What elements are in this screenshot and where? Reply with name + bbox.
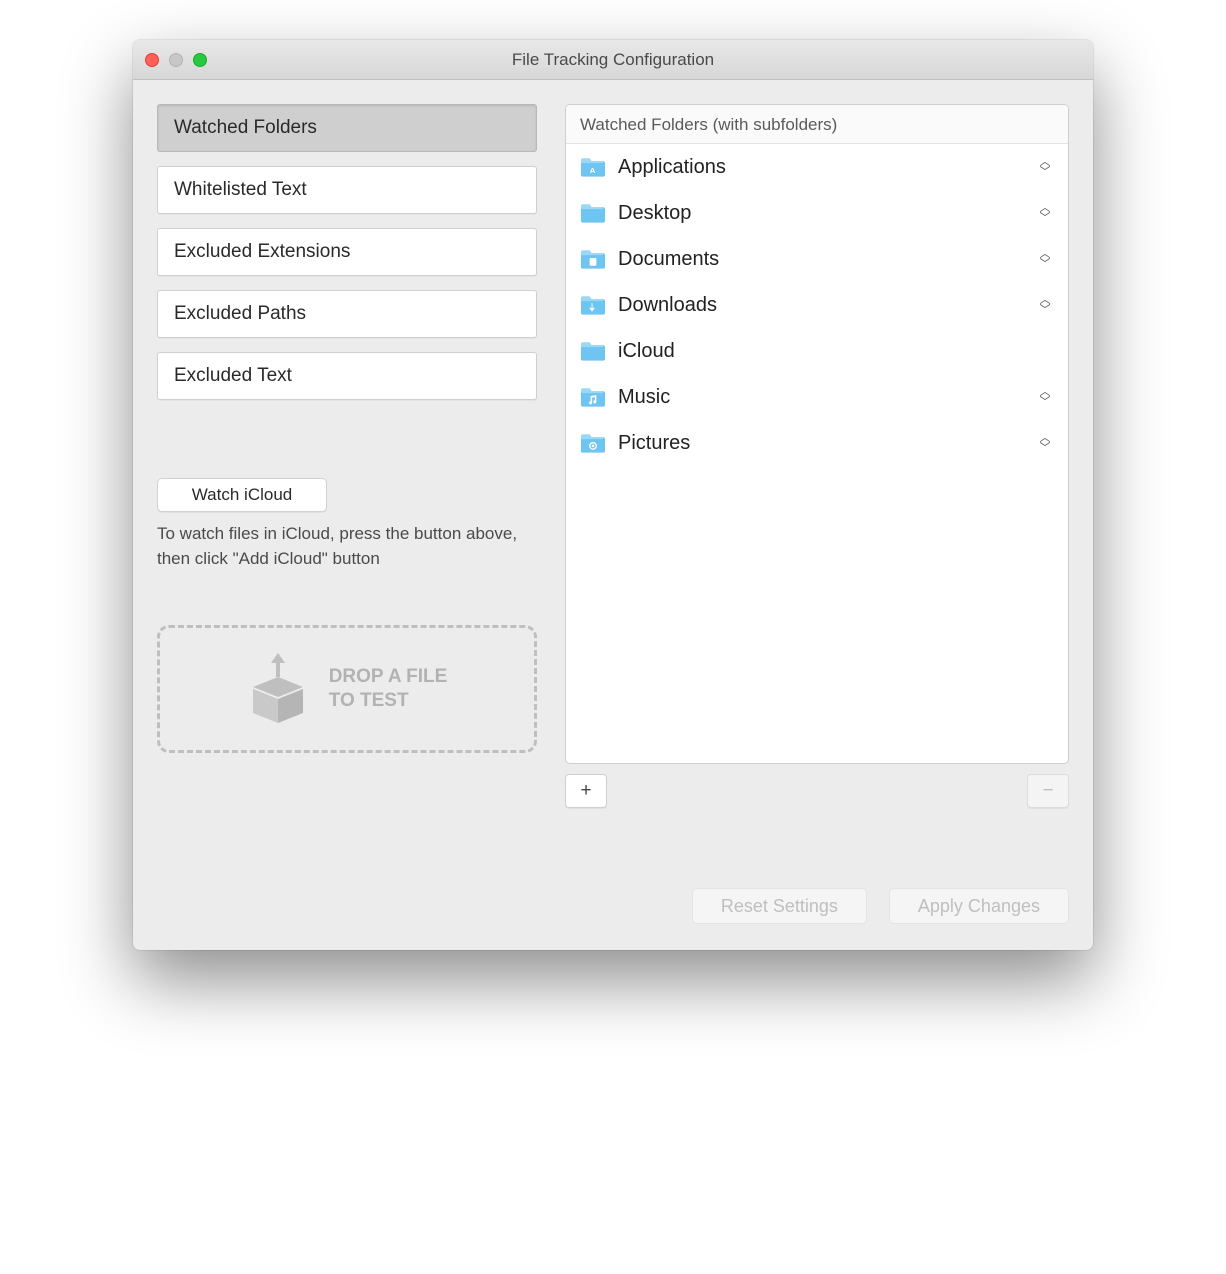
traffic-lights	[145, 53, 207, 67]
chevron-down-icon: ﹀	[1040, 260, 1051, 268]
folder-row[interactable]: Desktop︿﹀	[566, 190, 1068, 236]
chevron-up-icon: ︿	[1040, 296, 1051, 304]
box-drop-icon	[247, 653, 309, 725]
folder-row[interactable]: iCloud	[566, 328, 1068, 374]
list-footer: + −	[565, 774, 1069, 808]
sidebar-segments: Watched Folders Whitelisted Text Exclude…	[157, 104, 537, 400]
folder-row[interactable]: Documents︿﹀	[566, 236, 1068, 282]
folder-name: Pictures	[618, 432, 1024, 455]
close-icon[interactable]	[145, 53, 159, 67]
chevron-up-icon: ︿	[1040, 250, 1051, 258]
apply-changes-button[interactable]: Apply Changes	[889, 888, 1069, 924]
minus-icon: −	[1042, 780, 1053, 802]
remove-button[interactable]: −	[1027, 774, 1069, 808]
svg-text:A: A	[590, 166, 596, 175]
folder-icon	[580, 386, 606, 408]
folder-row[interactable]: Pictures︿﹀	[566, 420, 1068, 466]
folder-name: Desktop	[618, 202, 1024, 225]
chevron-up-icon: ︿	[1040, 388, 1051, 396]
chevron-down-icon: ﹀	[1040, 214, 1051, 222]
chevron-down-icon: ﹀	[1040, 168, 1051, 176]
bottom-buttons: Reset Settings Apply Changes	[133, 888, 1093, 950]
main-panel: Watched Folders (with subfolders) A Appli…	[565, 104, 1069, 808]
folder-icon	[580, 248, 606, 270]
folder-name: Applications	[618, 156, 1024, 179]
chevron-up-icon: ︿	[1040, 434, 1051, 442]
order-stepper[interactable]: ︿﹀	[1036, 431, 1054, 455]
folder-icon	[580, 340, 606, 362]
chevron-up-icon: ︿	[1040, 158, 1051, 166]
order-stepper[interactable]: ︿﹀	[1036, 385, 1054, 409]
folder-icon	[580, 432, 606, 454]
watch-icloud-button[interactable]: Watch iCloud	[157, 478, 327, 512]
panel-header: Watched Folders (with subfolders)	[566, 105, 1068, 144]
tab-excluded-extensions[interactable]: Excluded Extensions	[157, 228, 537, 276]
folder-name: Documents	[618, 248, 1024, 271]
tab-whitelisted-text[interactable]: Whitelisted Text	[157, 166, 537, 214]
plus-icon: +	[580, 780, 591, 802]
tab-watched-folders[interactable]: Watched Folders	[157, 104, 537, 152]
zoom-icon[interactable]	[193, 53, 207, 67]
sidebar: Watched Folders Whitelisted Text Exclude…	[157, 104, 537, 808]
tab-excluded-text[interactable]: Excluded Text	[157, 352, 537, 400]
folder-icon: A	[580, 156, 606, 178]
titlebar: File Tracking Configuration	[133, 40, 1093, 80]
order-stepper[interactable]: ︿﹀	[1036, 155, 1054, 179]
folder-name: Music	[618, 386, 1024, 409]
folder-row[interactable]: Music︿﹀	[566, 374, 1068, 420]
folder-row[interactable]: AApplications︿﹀	[566, 144, 1068, 190]
chevron-up-icon: ︿	[1040, 204, 1051, 212]
order-stepper[interactable]: ︿﹀	[1036, 247, 1054, 271]
window-title: File Tracking Configuration	[133, 50, 1093, 70]
dropzone-label: DROP A FILE TO TEST	[329, 665, 448, 714]
chevron-down-icon: ﹀	[1040, 444, 1051, 452]
dropzone[interactable]: DROP A FILE TO TEST	[157, 625, 537, 753]
minimize-icon[interactable]	[169, 53, 183, 67]
chevron-down-icon: ﹀	[1040, 306, 1051, 314]
order-stepper[interactable]: ︿﹀	[1036, 293, 1054, 317]
icloud-help-text: To watch files in iCloud, press the butt…	[157, 522, 537, 571]
reset-settings-button[interactable]: Reset Settings	[692, 888, 867, 924]
folder-name: iCloud	[618, 340, 1054, 363]
folder-list-panel: Watched Folders (with subfolders) A Appli…	[565, 104, 1069, 764]
order-stepper[interactable]: ︿﹀	[1036, 201, 1054, 225]
folder-icon	[580, 294, 606, 316]
folder-list: AApplications︿﹀Desktop︿﹀Documents︿﹀Downl…	[566, 144, 1068, 763]
folder-row[interactable]: Downloads︿﹀	[566, 282, 1068, 328]
tab-excluded-paths[interactable]: Excluded Paths	[157, 290, 537, 338]
add-button[interactable]: +	[565, 774, 607, 808]
folder-icon	[580, 202, 606, 224]
window: File Tracking Configuration Watched Fold…	[133, 40, 1093, 950]
chevron-down-icon: ﹀	[1040, 398, 1051, 406]
folder-name: Downloads	[618, 294, 1024, 317]
